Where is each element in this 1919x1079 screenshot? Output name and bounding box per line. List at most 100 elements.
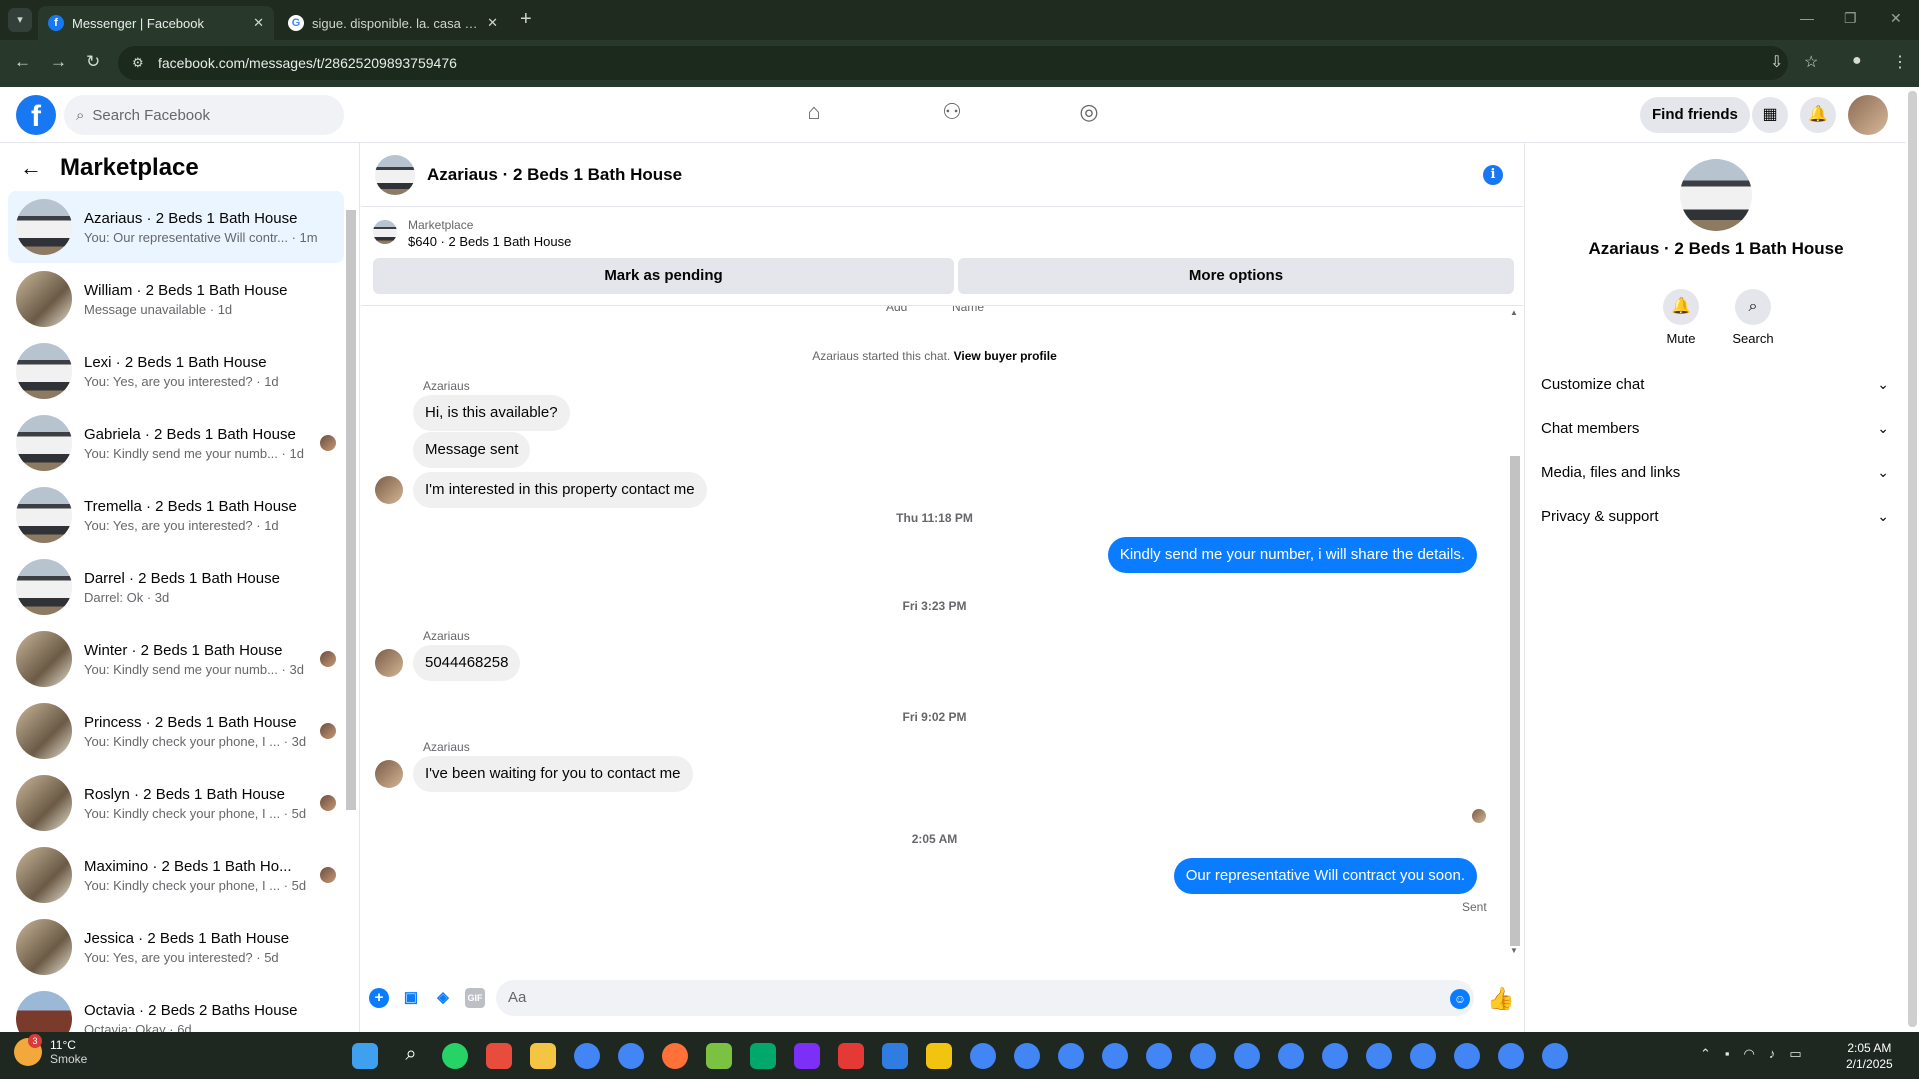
chat-members-row[interactable]: Chat members ⌄ <box>1541 408 1891 448</box>
chat-avatar[interactable] <box>375 154 415 195</box>
weather-widget[interactable]: 3 11°C Smoke <box>14 1034 87 1066</box>
media-files-links-row[interactable]: Media, files and links ⌄ <box>1541 452 1891 492</box>
battery-icon[interactable]: ▭ <box>1789 1046 1801 1062</box>
account-avatar[interactable] <box>1848 95 1888 135</box>
chrome-profile-icon[interactable] <box>1190 1043 1216 1069</box>
wifi-icon[interactable]: ◠ <box>1744 1046 1755 1062</box>
app-icon[interactable] <box>486 1043 512 1069</box>
chrome-profile-icon[interactable] <box>970 1043 996 1069</box>
conversation-item[interactable]: Azariaus · 2 Beds 1 Bath House You: Our r… <box>8 191 344 263</box>
scrollbar-thumb[interactable] <box>1510 456 1520 946</box>
chrome-profile-icon[interactable] <box>1102 1043 1128 1069</box>
chrome-profile-icon[interactable] <box>1410 1043 1436 1069</box>
bluestacks-icon[interactable] <box>706 1043 732 1069</box>
app-icon[interactable] <box>794 1043 820 1069</box>
conversation-item[interactable]: Octavia · 2 Beds 2 Baths House Octavia: O… <box>8 983 344 1032</box>
app-tray-icon[interactable]: ▪ <box>1725 1046 1730 1062</box>
mark-as-pending-button[interactable]: Mark as pending <box>373 258 954 294</box>
chrome-profile-icon[interactable] <box>1498 1043 1524 1069</box>
address-bar[interactable]: ⚙ facebook.com/messages/t/28625209893759… <box>118 46 1788 80</box>
find-friends-button[interactable]: Find friends <box>1640 97 1750 133</box>
scrollbar-thumb[interactable] <box>1908 91 1917 1027</box>
chrome-profile-icon[interactable] <box>1322 1043 1348 1069</box>
conversation-item[interactable]: Tremella · 2 Beds 1 Bath House You: Yes, … <box>8 479 344 551</box>
sender-avatar[interactable] <box>375 649 403 677</box>
conversation-item[interactable]: Princess · 2 Beds 1 Bath House You: Kindl… <box>8 695 344 767</box>
message-input[interactable]: Aa <box>496 980 1474 1016</box>
sender-avatar[interactable] <box>375 760 403 788</box>
app-icon[interactable] <box>750 1043 776 1069</box>
profile-photo[interactable] <box>1680 159 1752 231</box>
chrome-profile-icon[interactable] <box>1454 1043 1480 1069</box>
site-info-icon[interactable]: ⚙ <box>132 55 144 71</box>
groups-icon[interactable]: ◎ <box>1073 99 1105 131</box>
tray-overflow-icon[interactable]: ⌃ <box>1700 1046 1711 1062</box>
notepad-icon[interactable] <box>882 1043 908 1069</box>
bookmark-star-icon[interactable]: ☆ <box>1804 52 1818 72</box>
conversation-item[interactable]: William · 2 Beds 1 Bath House Message una… <box>8 263 344 335</box>
chrome-profile-icon[interactable] <box>1366 1043 1392 1069</box>
info-icon[interactable]: i <box>1483 165 1503 185</box>
volume-icon[interactable]: ♪ <box>1769 1046 1776 1062</box>
more-options-button[interactable]: More options <box>958 258 1514 294</box>
close-window-icon[interactable]: ✕ <box>1890 10 1902 27</box>
tab-close-icon[interactable]: ✕ <box>487 15 498 31</box>
back-icon[interactable]: ← <box>14 52 31 72</box>
sender-avatar[interactable] <box>375 476 403 504</box>
firefox-icon[interactable] <box>662 1043 688 1069</box>
chrome-profile-icon[interactable] <box>1146 1043 1172 1069</box>
chrome-icon[interactable] <box>574 1043 600 1069</box>
tab-search-button[interactable]: ▾ <box>8 8 32 32</box>
conversation-item[interactable]: Roslyn · 2 Beds 1 Bath House You: Kindly … <box>8 767 344 839</box>
photo-icon[interactable]: ▣ <box>401 988 421 1008</box>
conversation-item[interactable]: Winter · 2 Beds 1 Bath House You: Kindly … <box>8 623 344 695</box>
whatsapp-icon[interactable] <box>442 1043 468 1069</box>
gif-icon[interactable]: GIF <box>465 988 485 1008</box>
app-icon[interactable] <box>926 1043 952 1069</box>
install-app-icon[interactable]: ⇩ <box>1770 52 1783 72</box>
chrome-profile-icon[interactable] <box>1278 1043 1304 1069</box>
incoming-message[interactable]: I've been waiting for you to contact me <box>413 756 693 792</box>
new-tab-icon[interactable]: + <box>520 8 532 31</box>
minimize-icon[interactable]: — <box>1800 10 1814 26</box>
reload-icon[interactable]: ↻ <box>86 52 100 72</box>
tab-messenger[interactable]: f Messenger | Facebook ✕ <box>38 6 274 40</box>
outgoing-message[interactable]: Kindly send me your number, i will share… <box>1107 537 1477 573</box>
friends-icon[interactable]: ⚇ <box>936 99 968 131</box>
tab-google[interactable]: G sigue. disponible. la. casa que... ✕ <box>278 6 508 40</box>
privacy-support-row[interactable]: Privacy & support ⌄ <box>1541 496 1891 536</box>
menu-grid-icon[interactable]: ▦ <box>1752 97 1788 133</box>
chrome-profile-icon[interactable] <box>1542 1043 1568 1069</box>
scroll-down-icon[interactable]: ▼ <box>1510 946 1518 955</box>
page-scrollbar[interactable] <box>1906 87 1919 1032</box>
scroll-up-icon[interactable]: ▲ <box>1510 308 1518 317</box>
chrome-profile-icon[interactable] <box>1058 1043 1084 1069</box>
mute-button[interactable]: 🔔 Mute <box>1646 289 1716 346</box>
file-explorer-icon[interactable] <box>530 1043 556 1069</box>
outgoing-message[interactable]: Our representative Will contract you soo… <box>1173 858 1477 894</box>
thread-scrollbar[interactable]: ▲ ▼ <box>1509 306 1521 958</box>
incoming-message[interactable]: 5044468258 <box>413 645 521 681</box>
sidebar-scrollbar[interactable] <box>346 198 356 1032</box>
conversation-item[interactable]: Gabriela · 2 Beds 1 Bath House You: Kindl… <box>8 407 344 479</box>
home-icon[interactable]: ⌂ <box>798 99 830 131</box>
back-arrow-icon[interactable]: ← <box>20 155 42 181</box>
listing-title[interactable]: $640 · 2 Beds 1 Bath House <box>408 234 571 249</box>
scrollbar-thumb[interactable] <box>346 210 356 810</box>
incoming-message[interactable]: Hi, is this available? <box>413 395 570 431</box>
conversation-item[interactable]: Darrel · 2 Beds 1 Bath House Darrel: Ok ·… <box>8 551 344 623</box>
taskbar-search-icon[interactable]: ⌕ <box>398 1043 424 1069</box>
facebook-logo-icon[interactable]: f <box>16 95 56 135</box>
incoming-message[interactable]: I'm interested in this property contact … <box>413 472 707 508</box>
search-input[interactable]: ⌕ Search Facebook <box>64 95 344 135</box>
thumbs-up-icon[interactable]: 👍 <box>1487 986 1514 1012</box>
forward-icon[interactable]: → <box>50 52 67 72</box>
chrome-profile-icon[interactable] <box>1234 1043 1260 1069</box>
notifications-bell-icon[interactable]: 🔔 <box>1800 97 1836 133</box>
sticker-icon[interactable]: ◈ <box>433 988 453 1008</box>
conversation-item[interactable]: Jessica · 2 Beds 1 Bath House You: Yes, a… <box>8 911 344 983</box>
conversation-item[interactable]: Maximino · 2 Beds 1 Bath Ho... You: Kindl… <box>8 839 344 911</box>
restore-icon[interactable]: ❐ <box>1844 10 1857 27</box>
view-buyer-profile-link[interactable]: View buyer profile <box>954 349 1057 363</box>
chrome-profile-icon[interactable] <box>1014 1043 1040 1069</box>
